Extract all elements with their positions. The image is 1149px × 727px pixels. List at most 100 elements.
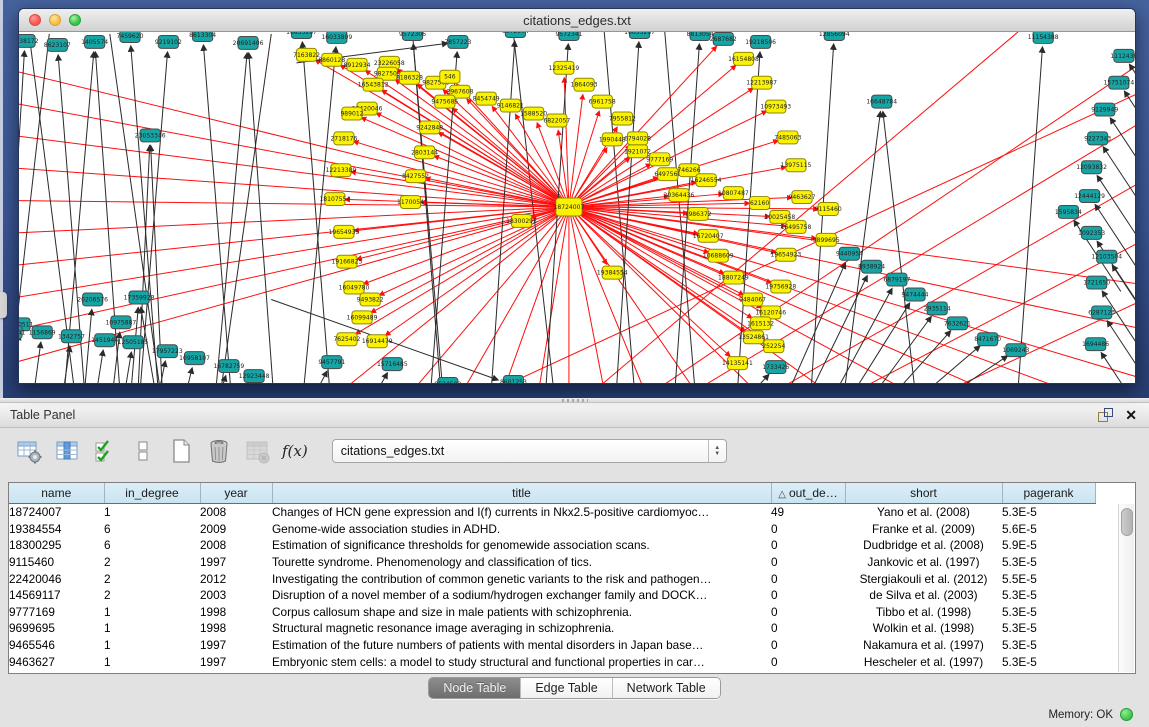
network-node[interactable]: 2718176 — [330, 132, 357, 145]
network-edge[interactable] — [385, 207, 568, 335]
table-cell[interactable]: 0 — [771, 637, 845, 654]
network-node[interactable]: 8860128 — [318, 53, 345, 66]
network-node[interactable]: 10807487 — [718, 187, 749, 200]
table-cell[interactable]: Corpus callosum shape and size in male p… — [272, 604, 771, 621]
table-cell[interactable]: 1 — [104, 604, 200, 621]
network-node[interactable]: 9129949 — [1091, 103, 1118, 116]
table-cell[interactable]: 18724007 — [9, 504, 104, 521]
network-edge[interactable] — [754, 374, 769, 383]
network-node[interactable]: 1451944 — [91, 334, 118, 347]
table-cell[interactable]: 1 — [104, 653, 200, 670]
table-cell[interactable]: 9465546 — [9, 637, 104, 654]
network-edge[interactable] — [897, 331, 951, 383]
network-node[interactable]: 19218506 — [745, 35, 776, 48]
network-node[interactable]: 9474444 — [902, 288, 929, 301]
table-cell[interactable]: 6 — [104, 537, 200, 554]
network-edge[interactable] — [377, 373, 387, 383]
column-header[interactable]: short — [845, 483, 1002, 504]
network-node[interactable]: 2935114 — [924, 302, 951, 315]
table-cell[interactable]: 5.9E-5 — [1002, 537, 1095, 554]
table-row[interactable]: 2242004622012Investigating the contribut… — [9, 570, 1095, 587]
network-edge[interactable] — [883, 111, 915, 383]
table-cell[interactable]: 5.3E-5 — [1002, 653, 1095, 670]
network-node[interactable]: 7459620 — [117, 32, 144, 42]
network-node[interactable]: 1112438 — [1110, 49, 1135, 62]
table-cell[interactable]: 49 — [771, 504, 845, 521]
network-edge[interactable] — [569, 207, 1135, 379]
network-node[interactable]: 15716485 — [377, 358, 408, 371]
network-edge[interactable] — [125, 352, 131, 383]
table-cell[interactable]: Tourette syndrome. Phenomenology and cla… — [272, 554, 771, 571]
network-node[interactable]: 10958107 — [179, 352, 210, 365]
tab-network-table[interactable]: Network Table — [613, 678, 720, 698]
network-node[interactable]: 8454749 — [473, 92, 500, 105]
unselect-columns-button[interactable] — [128, 436, 158, 466]
network-edge[interactable] — [877, 316, 932, 383]
table-cell[interactable]: 9463627 — [9, 653, 104, 670]
table-cell[interactable]: 2012 — [200, 570, 272, 587]
network-edge[interactable] — [1018, 47, 1043, 383]
network-edge[interactable] — [187, 368, 193, 383]
column-header[interactable]: year — [200, 483, 272, 504]
table-cell[interactable]: 2003 — [200, 587, 272, 604]
column-header[interactable]: △out_de… — [771, 483, 845, 504]
network-node[interactable]: 1342757 — [58, 330, 85, 343]
network-node[interactable]: 20691406 — [233, 36, 264, 49]
network-edge[interactable] — [1112, 265, 1135, 336]
network-node[interactable]: 546 — [440, 70, 460, 83]
network-node[interactable]: 8471670 — [974, 333, 1001, 346]
network-edge[interactable] — [304, 47, 336, 383]
network-node[interactable]: 9475685 — [431, 95, 458, 108]
table-row[interactable]: 1456911722003Disruption of a novel membe… — [9, 587, 1095, 604]
network-edge[interactable] — [413, 207, 569, 383]
network-node[interactable]: 20206576 — [77, 293, 108, 306]
network-node[interactable]: 1721650 — [1083, 276, 1110, 289]
table-cell[interactable]: 18300295 — [9, 537, 104, 554]
network-node[interactable]: 11154388 — [1028, 32, 1059, 43]
network-node[interactable]: 1069243 — [1002, 344, 1029, 357]
network-node[interactable]: 6497568 — [654, 168, 681, 181]
network-edge[interactable] — [221, 34, 271, 383]
table-cell[interactable]: 0 — [771, 587, 845, 604]
network-node[interactable]: 12093832 — [1076, 161, 1107, 174]
network-node[interactable]: 12103504 — [1091, 250, 1122, 263]
network-edge[interactable] — [1095, 204, 1135, 275]
network-edge[interactable] — [97, 350, 104, 383]
network-node[interactable]: 8623107 — [44, 38, 71, 51]
network-node[interactable]: 8912934 — [344, 58, 371, 71]
network-node[interactable]: 12213987 — [746, 76, 777, 89]
network-node[interactable]: 8613304 — [189, 32, 216, 41]
collapsed-panel-handle[interactable] — [0, 292, 7, 318]
network-node[interactable]: 8601253 — [500, 376, 527, 383]
network-node[interactable]: 9457791 — [318, 356, 345, 369]
network-node[interactable]: 18724007 — [554, 198, 585, 216]
network-edge[interactable] — [302, 42, 329, 383]
network-edge[interactable] — [438, 132, 569, 207]
network-edge[interactable] — [249, 53, 274, 383]
network-node[interactable]: 9115460 — [815, 203, 842, 216]
table-row[interactable]: 946362711997Embryonic stem cells: a mode… — [9, 653, 1095, 670]
table-cell[interactable]: Jankovic et al. (1997) — [845, 554, 1002, 571]
table-mode-button[interactable] — [14, 436, 44, 466]
table-cell[interactable]: 0 — [771, 620, 845, 637]
table-row[interactable]: 977716911998Corpus callosum shape and si… — [9, 604, 1095, 621]
table-cell[interactable]: 9115460 — [9, 554, 104, 571]
table-cell[interactable]: 5.6E-5 — [1002, 521, 1095, 538]
table-cell[interactable]: 22420046 — [9, 570, 104, 587]
table-cell[interactable]: 1 — [104, 504, 200, 521]
table-cell[interactable]: 5.3E-5 — [1002, 620, 1095, 637]
table-cell[interactable]: Stergiakouli et al. (2012) — [845, 570, 1002, 587]
network-edge[interactable] — [34, 342, 41, 383]
network-node[interactable]: 16033809 — [321, 32, 352, 43]
network-edge[interactable] — [296, 43, 447, 63]
network-node[interactable]: 9524502 — [434, 378, 461, 383]
table-cell[interactable]: 2008 — [200, 504, 272, 521]
network-node[interactable]: 9572341 — [555, 32, 582, 40]
network-node[interactable]: 8938924 — [858, 260, 885, 273]
table-cell[interactable]: Estimation of the future numbers of pati… — [272, 637, 771, 654]
table-row[interactable]: 911546021997Tourette syndrome. Phenomeno… — [9, 554, 1095, 571]
network-edge[interactable] — [569, 207, 1135, 285]
network-edge[interactable] — [19, 207, 569, 374]
table-cell[interactable]: Disruption of a novel member of a sodium… — [272, 587, 771, 604]
table-cell[interactable]: Embryonic stem cells: a model to study s… — [272, 653, 771, 670]
